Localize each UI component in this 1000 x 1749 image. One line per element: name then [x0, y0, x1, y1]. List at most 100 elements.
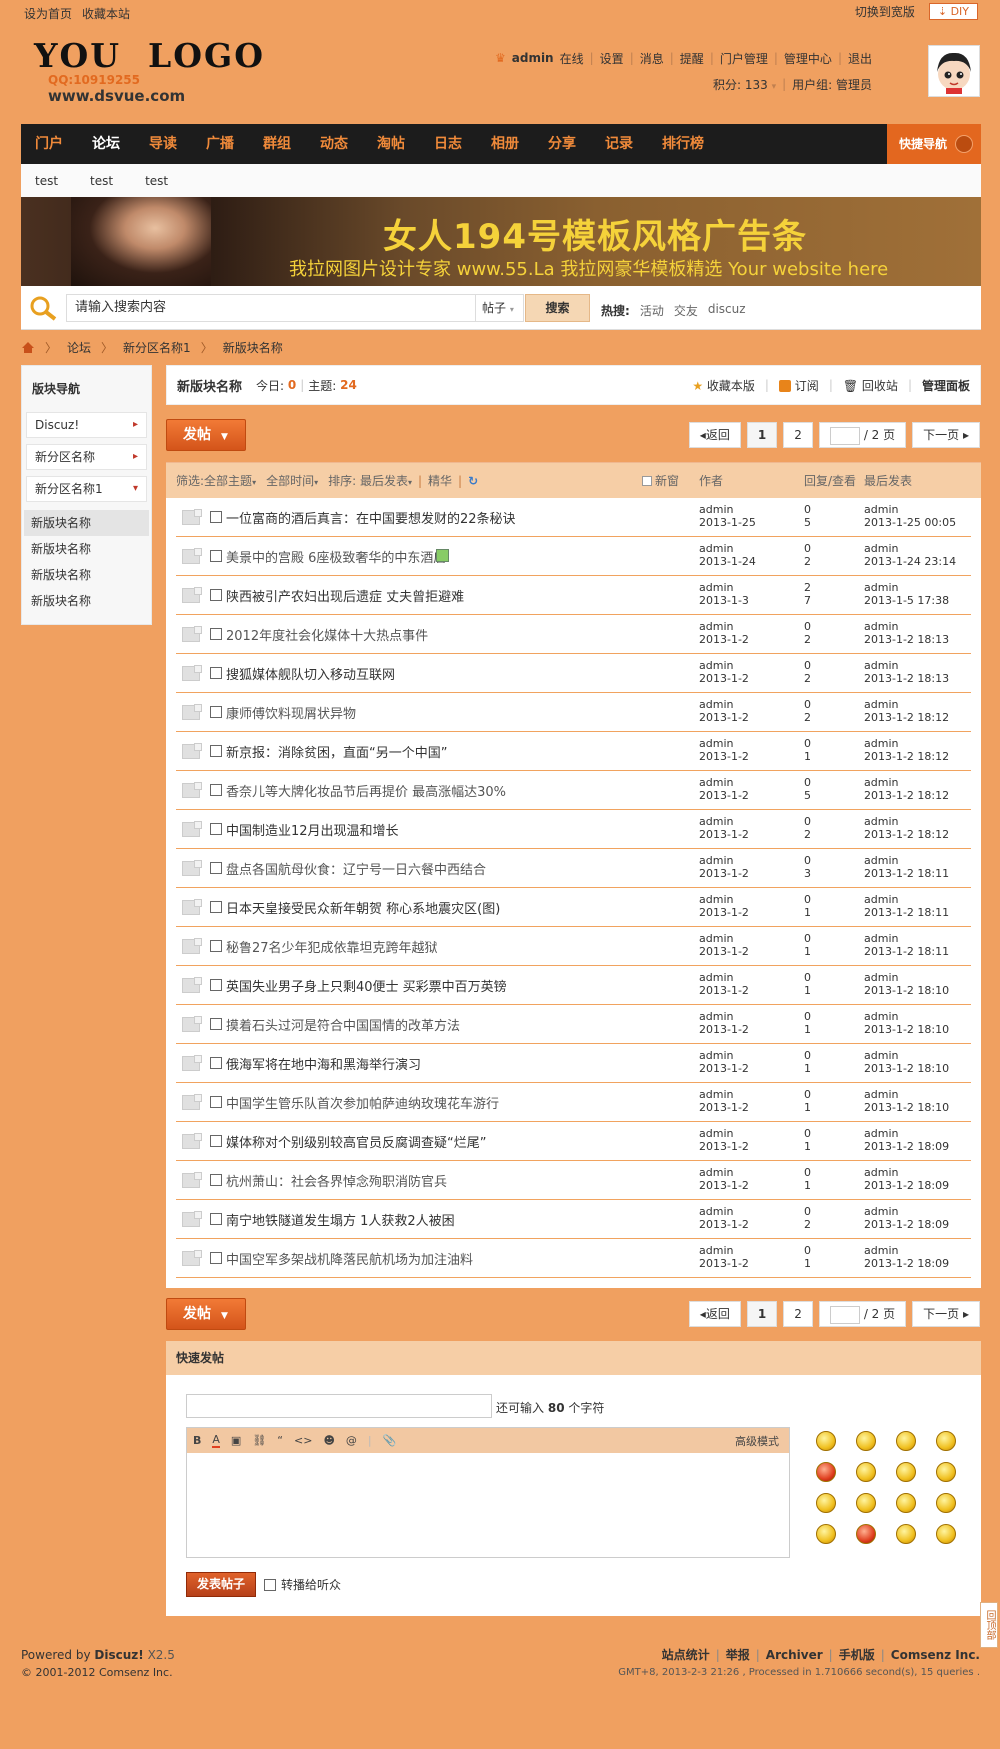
nav-blog[interactable]: 日志 — [420, 124, 477, 164]
image-icon[interactable]: ▣ — [231, 1434, 241, 1447]
smiley-icon[interactable] — [856, 1493, 876, 1513]
thread-title[interactable]: 日本天皇接受民众新年朝贺 称心系地震灾区(图) — [226, 898, 696, 917]
thread-title[interactable]: 中国空军多架战机降落民航机场为加注油料 — [226, 1249, 696, 1268]
thread-checkbox[interactable] — [210, 706, 222, 718]
page-2[interactable]: 2 — [783, 1301, 813, 1327]
next-page-button[interactable]: 下一页 ▸ — [912, 422, 980, 448]
messages-link[interactable]: 消息 — [640, 50, 664, 67]
footer-mobile-link[interactable]: 手机版 — [839, 1646, 875, 1664]
thread-title[interactable]: 俄海军将在地中海和黑海举行演习 — [226, 1054, 696, 1073]
table-row[interactable]: 英国失业男子身上只剩40便士 买彩票中百万英镑 admin 2013-1-2 0 1 ad… — [176, 966, 971, 1005]
thread-checkbox[interactable] — [210, 1174, 222, 1186]
thread-title[interactable]: 杭州萧山：社会各界悼念殉职消防官兵 — [226, 1171, 696, 1190]
wide-mode-link[interactable]: 切换到宽版 — [855, 3, 915, 20]
thread-title[interactable]: 中国制造业12月出现温和增长 — [226, 820, 696, 839]
back-button[interactable]: ◂返回 — [688, 1301, 741, 1327]
smiley-icon[interactable] — [936, 1524, 956, 1544]
subnav-item[interactable]: test — [145, 174, 168, 188]
thread-checkbox[interactable] — [210, 550, 222, 562]
new-window-checkbox[interactable] — [642, 475, 652, 486]
bold-icon[interactable]: B — [193, 1434, 201, 1447]
table-row[interactable]: 香奈儿等大牌化妆品节后再提价 最高涨幅达30% admin 2013-1-2 0 5 ad… — [176, 771, 971, 810]
smiley-icon[interactable] — [896, 1462, 916, 1482]
quote-icon[interactable]: “ — [277, 1434, 283, 1447]
table-row[interactable]: 中国空军多架战机降落民航机场为加注油料 admin 2013-1-2 0 1 admin 2… — [176, 1239, 971, 1278]
page-2[interactable]: 2 — [783, 422, 813, 448]
thread-checkbox[interactable] — [210, 940, 222, 952]
nav-record[interactable]: 记录 — [591, 124, 648, 164]
thread-checkbox[interactable] — [210, 667, 222, 679]
table-row[interactable]: 秘鲁27名少年犯成依靠坦克跨年越狱 admin 2013-1-2 0 1 admin 201… — [176, 927, 971, 966]
nav-forum[interactable]: 论坛 — [78, 124, 135, 164]
sidebar-cat-new1[interactable]: 新分区名称1 ▾ — [26, 476, 147, 502]
smiley-icon[interactable]: ☻ — [323, 1434, 334, 1447]
smiley-icon[interactable] — [856, 1524, 876, 1544]
thread-title[interactable]: 搜狐媒体舰队切入移动互联网 — [226, 664, 696, 683]
table-row[interactable]: 康师傅饮料现屑状异物 admin 2013-1-2 0 2 admin 2013-1-2 1… — [176, 693, 971, 732]
admin-center-link[interactable]: 管理中心 — [784, 50, 832, 67]
new-post-button[interactable]: 发帖 ▼ — [166, 1298, 246, 1330]
smiley-icon[interactable] — [816, 1462, 836, 1482]
ad-banner[interactable]: 女人194号模板风格广告条 我拉网图片设计专家 www.55.La 我拉网豪华模… — [21, 197, 981, 286]
thread-checkbox[interactable] — [210, 1135, 222, 1147]
hot-search-item[interactable]: discuz — [708, 302, 746, 319]
search-button[interactable]: 搜索 — [525, 294, 590, 322]
nav-share[interactable]: 分享 — [534, 124, 591, 164]
hot-search-item[interactable]: 活动 — [640, 302, 664, 319]
table-row[interactable]: 日本天皇接受民众新年朝贺 称心系地震灾区(图) admin 2013-1-2 0 1 ad… — [176, 888, 971, 927]
thread-title[interactable]: 美景中的宫殿 6座极致奢华的中东酒店 — [226, 547, 696, 566]
usergroup-link[interactable]: 用户组: 管理员 — [792, 76, 872, 93]
table-row[interactable]: 盘点各国航母伙食：辽宁号一日六餐中西结合 admin 2013-1-2 0 3 admin… — [176, 849, 971, 888]
nav-collection[interactable]: 淘帖 — [363, 124, 420, 164]
thread-checkbox[interactable] — [210, 823, 222, 835]
search-type-select[interactable]: 帖子 ▾ — [476, 294, 524, 322]
table-row[interactable]: 新京报：消除贫困，直面“另一个中国” admin 2013-1-2 0 1 admin 20… — [176, 732, 971, 771]
sidebar-cat-new[interactable]: 新分区名称 ▸ — [26, 444, 147, 470]
digest-filter[interactable]: 精华 — [428, 472, 452, 489]
thread-checkbox[interactable] — [210, 1252, 222, 1264]
table-row[interactable]: 南宁地铁隧道发生塌方 1人获救2人被困 admin 2013-1-2 0 2 admin 2… — [176, 1200, 971, 1239]
thread-title[interactable]: 一位富商的酒后真言：在中国要想发财的22条秘诀 — [226, 508, 696, 527]
thread-checkbox[interactable] — [210, 745, 222, 757]
thread-checkbox[interactable] — [210, 1096, 222, 1108]
page-1[interactable]: 1 — [746, 422, 778, 448]
table-row[interactable]: 一位富商的酒后真言：在中国要想发财的22条秘诀 admin 2013-1-25 0 5 a… — [176, 498, 971, 537]
diy-button[interactable]: ⇣ DIY — [928, 3, 978, 20]
subnav-item[interactable]: test — [35, 174, 58, 188]
thread-checkbox[interactable] — [210, 628, 222, 640]
sidebar-item-board[interactable]: 新版块名称 — [24, 510, 149, 536]
font-color-icon[interactable]: A — [212, 1433, 220, 1448]
attachment-icon[interactable]: 📎 — [383, 1434, 397, 1447]
thread-title[interactable]: 英国失业男子身上只剩40便士 买彩票中百万英镑 — [226, 976, 696, 995]
filter-all-time[interactable]: 全部时间▾ — [266, 472, 318, 489]
thread-title[interactable]: 媒体称对个别级别较高官员反腐调查疑“烂尾” — [226, 1132, 696, 1151]
thread-title[interactable]: 中国学生管乐队首次参加帕萨迪纳玫瑰花车游行 — [226, 1093, 696, 1112]
table-row[interactable]: 搜狐媒体舰队切入移动互联网 admin 2013-1-2 0 2 admin 2013-1-… — [176, 654, 971, 693]
table-row[interactable]: 中国制造业12月出现温和增长 admin 2013-1-2 0 2 admin 2013-1… — [176, 810, 971, 849]
smiley-icon[interactable] — [816, 1431, 836, 1451]
thread-title[interactable]: 盘点各国航母伙食：辽宁号一日六餐中西结合 — [226, 859, 696, 878]
search-input[interactable]: 请输入搜索内容 — [66, 294, 476, 322]
nav-group[interactable]: 群组 — [249, 124, 306, 164]
footer-comsenz-link[interactable]: Comsenz Inc. — [891, 1646, 980, 1664]
advanced-mode-link[interactable]: 高级模式 — [735, 1433, 779, 1449]
quick-nav-button[interactable]: 快捷导航 — [887, 124, 981, 164]
thread-checkbox[interactable] — [210, 1057, 222, 1069]
table-row[interactable]: 陕西被引产农妇出现后遗症 丈夫曾拒避难 admin 2013-1-3 2 7 admin 2… — [176, 576, 971, 615]
breadcrumb-category[interactable]: 新分区名称1 — [123, 339, 191, 356]
table-row[interactable]: 2012年度社会化媒体十大热点事件 admin 2013-1-2 0 2 admin 201… — [176, 615, 971, 654]
settings-link[interactable]: 设置 — [600, 50, 624, 67]
back-button[interactable]: ◂返回 — [688, 422, 741, 448]
username-link[interactable]: admin — [512, 51, 554, 65]
manage-panel-button[interactable]: 管理面板 — [922, 377, 970, 394]
table-row[interactable]: 摸着石头过河是符合中国国情的改革方法 admin 2013-1-2 0 1 admin 20… — [176, 1005, 971, 1044]
nav-ranking[interactable]: 排行榜 — [648, 124, 719, 164]
breadcrumb-forum[interactable]: 论坛 — [67, 339, 91, 356]
page-input[interactable] — [829, 1305, 860, 1324]
nav-guide[interactable]: 导读 — [135, 124, 192, 164]
new-post-button[interactable]: 发帖 ▼ — [166, 419, 246, 451]
smiley-icon[interactable] — [936, 1462, 956, 1482]
code-icon[interactable]: <> — [294, 1434, 312, 1447]
sort-dropdown[interactable]: 排序: 最后发表▾ — [328, 472, 412, 489]
nav-portal[interactable]: 门户 — [21, 124, 78, 164]
